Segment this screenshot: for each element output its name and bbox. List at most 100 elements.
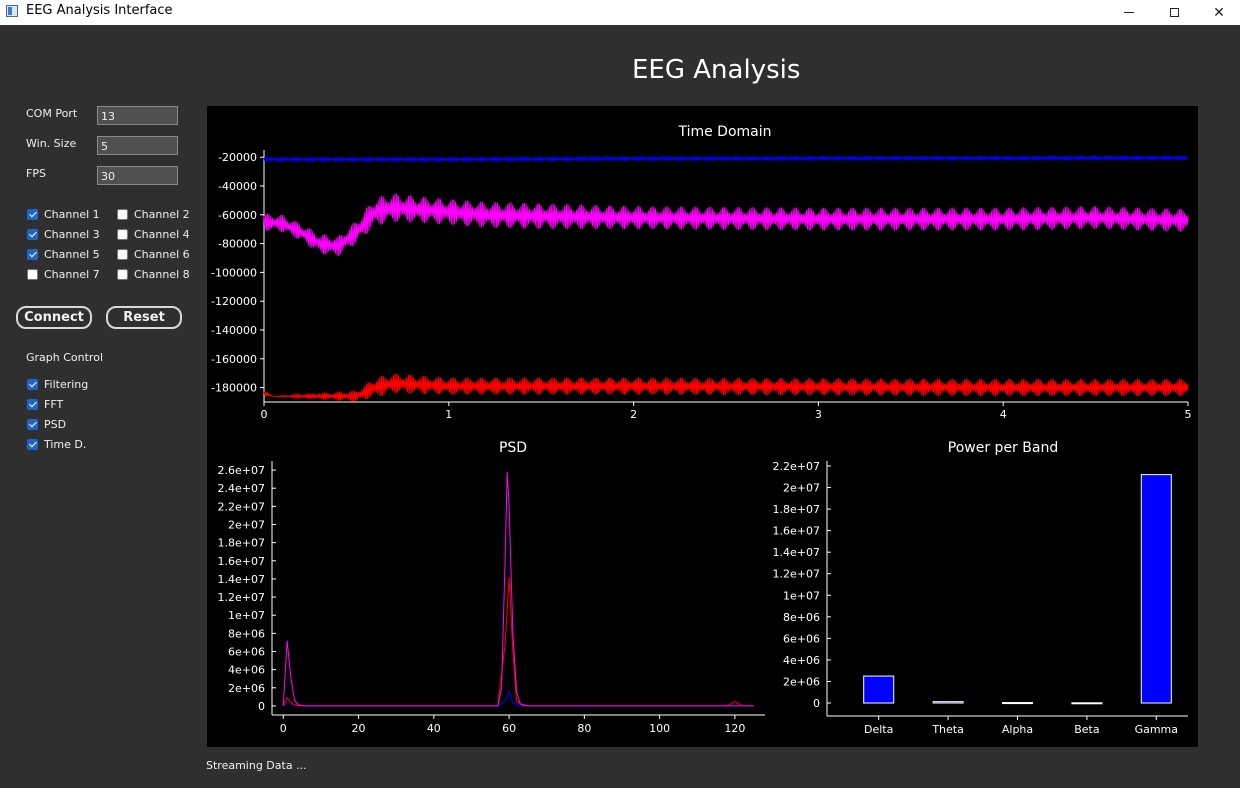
status-text: Streaming Data ...: [206, 759, 307, 772]
x-tick-label: Delta: [864, 723, 893, 736]
page-title: EEG Analysis: [632, 55, 801, 85]
y-tick-label: 2.2e+07: [218, 500, 265, 513]
y-tick-label: -40000: [218, 180, 257, 193]
x-tick-label: 120: [724, 722, 745, 735]
channel-2-checkbox[interactable]: Channel 2: [117, 208, 190, 221]
checkbox-icon: [27, 379, 38, 390]
y-tick-label: 0: [258, 700, 265, 713]
channel-8-label: Channel 8: [134, 268, 190, 281]
y-tick-label: -20000: [218, 151, 257, 164]
x-tick-label: 0: [261, 408, 268, 421]
x-tick-label: Alpha: [1002, 723, 1033, 736]
com-port-label: COM Port: [26, 107, 78, 120]
minimize-icon: [1124, 12, 1134, 13]
channel-4-label: Channel 4: [134, 228, 190, 241]
plot-area: Time Domain -20000 -40000 -60000 -80000 -1000…: [207, 106, 1198, 747]
channel-7-checkbox[interactable]: Channel 7: [27, 268, 100, 281]
x-tick-label: Beta: [1074, 723, 1099, 736]
x-tick-label: 1: [445, 408, 452, 421]
checkbox-icon: [117, 249, 128, 260]
y-tick-label: -120000: [211, 295, 257, 308]
connect-button[interactable]: Connect: [16, 306, 92, 329]
channel-7-label: Channel 7: [44, 268, 100, 281]
fft-label: FFT: [44, 398, 64, 411]
filtering-checkbox[interactable]: Filtering: [27, 378, 88, 391]
y-tick-label: 2.4e+07: [218, 482, 265, 495]
y-tick-label: 1.4e+07: [773, 546, 820, 559]
chart-title: Power per Band: [948, 440, 1058, 456]
x-tick-label: 100: [649, 722, 670, 735]
fps-input[interactable]: [97, 166, 178, 185]
band-bar: [863, 675, 895, 704]
checkbox-icon: [117, 269, 128, 280]
channel-6-checkbox[interactable]: Channel 6: [117, 248, 190, 261]
time-series-line: [263, 154, 1189, 163]
reset-button[interactable]: Reset: [106, 306, 182, 329]
checkbox-icon: [27, 209, 38, 220]
y-tick-label: 8e+06: [783, 611, 820, 624]
channel-2-label: Channel 2: [134, 208, 190, 221]
checkbox-icon: [27, 269, 38, 280]
y-tick-label: 2e+06: [783, 675, 820, 688]
psd-series-line: [282, 471, 754, 707]
x-tick-label: 5: [1185, 408, 1192, 421]
y-tick-label: 1.4e+07: [218, 573, 265, 586]
time-domain-label: Time D.: [44, 438, 87, 451]
time-domain-checkbox[interactable]: Time D.: [27, 438, 86, 451]
y-tick-label: 1.8e+07: [773, 503, 820, 516]
checkbox-icon: [27, 439, 38, 450]
graph-control-label: Graph Control: [26, 351, 103, 364]
y-tick-label: -100000: [211, 266, 257, 279]
channel-5-label: Channel 5: [44, 248, 100, 261]
channel-6-label: Channel 6: [134, 248, 190, 261]
y-tick-label: 1.6e+07: [773, 525, 820, 538]
y-tick-label: 6e+06: [228, 646, 265, 659]
checkbox-icon: [27, 419, 38, 430]
charts-canvas: Time Domain -20000 -40000 -60000 -80000 -1000…: [211, 124, 1192, 736]
y-tick-label: -80000: [218, 238, 257, 251]
band-bar: [932, 701, 964, 704]
x-tick-label: 0: [280, 722, 287, 735]
y-tick-label: 2.6e+07: [218, 464, 265, 477]
channel-1-checkbox[interactable]: Channel 1: [27, 208, 100, 221]
window-title-bar: EEG Analysis Interface ✕: [0, 0, 1240, 25]
band-bar: [1071, 702, 1103, 705]
channel-4-checkbox[interactable]: Channel 4: [117, 228, 190, 241]
psd-checkbox[interactable]: PSD: [27, 418, 66, 431]
y-tick-label: 2e+06: [228, 682, 265, 695]
x-tick-label: 20: [352, 722, 366, 735]
com-port-input[interactable]: [97, 106, 178, 125]
channel-8-checkbox[interactable]: Channel 8: [117, 268, 190, 281]
y-tick-label: -180000: [211, 382, 257, 395]
y-tick-label: 0: [813, 697, 820, 710]
x-tick-label: 2: [630, 408, 637, 421]
time-series-line: [263, 373, 1189, 402]
maximize-button[interactable]: [1151, 0, 1197, 25]
fft-checkbox[interactable]: FFT: [27, 398, 63, 411]
x-tick-label: Theta: [931, 723, 964, 736]
chart-title: Time Domain: [677, 124, 771, 140]
channel-1-label: Channel 1: [44, 208, 100, 221]
checkbox-icon: [117, 229, 128, 240]
window-title: EEG Analysis Interface: [26, 3, 173, 18]
y-tick-label: 4e+06: [783, 654, 820, 667]
y-tick-label: -60000: [218, 209, 257, 222]
channel-5-checkbox[interactable]: Channel 5: [27, 248, 100, 261]
win-size-input[interactable]: [97, 136, 178, 155]
win-size-label: Win. Size: [26, 137, 77, 150]
app-icon: [6, 5, 18, 17]
band-bar: [1140, 474, 1172, 704]
y-tick-label: 2e+07: [228, 519, 265, 532]
close-button[interactable]: ✕: [1196, 0, 1240, 25]
psd-series-line: [282, 577, 754, 707]
checkbox-icon: [27, 229, 38, 240]
y-tick-label: 2.2e+07: [773, 460, 820, 473]
checkbox-icon: [27, 249, 38, 260]
x-tick-label: 4: [1000, 408, 1007, 421]
x-tick-label: 60: [502, 722, 516, 735]
y-tick-label: 1.8e+07: [218, 537, 265, 550]
close-icon: ✕: [1213, 4, 1225, 21]
fps-label: FPS: [26, 167, 46, 180]
minimize-button[interactable]: [1106, 0, 1152, 25]
channel-3-checkbox[interactable]: Channel 3: [27, 228, 100, 241]
